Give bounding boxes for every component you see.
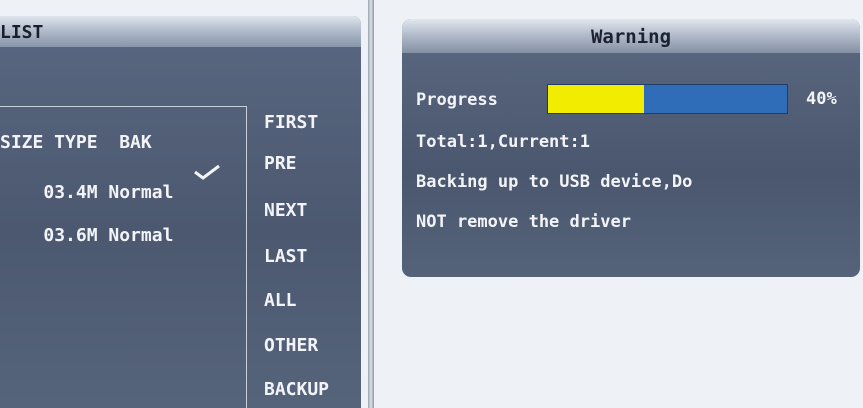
list-column-headers: SIZE TYPE BAK	[0, 132, 152, 153]
nav-first-button[interactable]: FIRST	[264, 112, 318, 133]
nav-menu: FIRST PRE NEXT LAST ALL OTHER BACKUP	[254, 98, 357, 408]
list-title-bar: LIST	[0, 16, 361, 47]
nav-all-button[interactable]: ALL	[264, 290, 297, 311]
nav-backup-button[interactable]: BACKUP	[264, 379, 329, 400]
warning-title: Warning	[590, 26, 672, 48]
progress-percent: 40%	[806, 89, 837, 109]
nav-last-button[interactable]: LAST	[264, 246, 307, 267]
file-list-panel: LIST SIZE TYPE BAK 03.4M Normal 03.6M No…	[0, 16, 361, 408]
progress-bar	[547, 84, 788, 114]
warning-title-bar: Warning	[402, 19, 860, 53]
row-text: 03.4M Normal	[43, 182, 174, 203]
nav-other-button[interactable]: OTHER	[264, 335, 318, 356]
list-title: LIST	[0, 22, 44, 43]
row-text: 03.6M Normal	[43, 225, 174, 246]
checkmark-icon[interactable]	[193, 164, 221, 180]
warning-message-line-1: Backing up to USB device,Do	[416, 172, 693, 192]
table-row[interactable]: 03.6M Normal	[0, 204, 173, 267]
progress-label: Progress	[416, 90, 498, 110]
warning-message-line-2: NOT remove the driver	[416, 212, 631, 232]
progress-bar-fill	[548, 85, 644, 113]
nav-pre-button[interactable]: PRE	[264, 153, 297, 174]
nav-next-button[interactable]: NEXT	[264, 200, 307, 221]
warning-dialog: Warning Progress 40% Total:1,Current:1 B…	[402, 19, 860, 277]
window-divider	[368, 0, 374, 408]
backup-counts: Total:1,Current:1	[416, 132, 590, 152]
